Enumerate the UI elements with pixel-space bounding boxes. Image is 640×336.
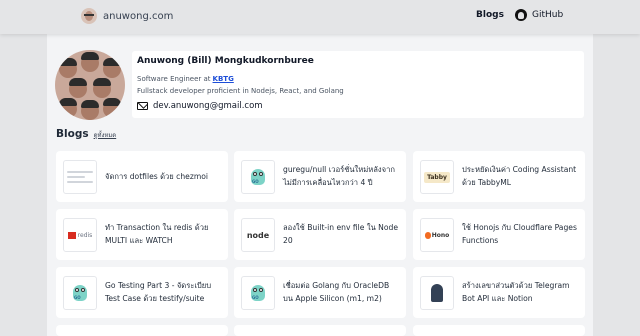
blog-card-title: เชื่อมต่อ Golang กับ OracleDB บน Apple S… bbox=[283, 281, 390, 303]
redis-thumbnail: redis bbox=[63, 218, 97, 252]
blogs-section-header: Blogs ดูทั้งหมด bbox=[56, 128, 116, 140]
blog-card[interactable] bbox=[56, 325, 228, 336]
blog-card[interactable]: GO เชื่อมต่อ Golang กับ OracleDB บน Appl… bbox=[234, 267, 406, 318]
mail-icon bbox=[137, 102, 148, 110]
person-thumbnail bbox=[420, 276, 454, 310]
profile-email-address: dev.anuwong@gmail.com bbox=[153, 101, 263, 111]
redis-cube-icon bbox=[67, 231, 76, 239]
nav-blogs-link[interactable]: Blogs bbox=[476, 10, 504, 20]
nav-github-label: GitHub bbox=[532, 10, 564, 20]
blog-card[interactable]: GO guregu/null เวอร์ชั่นใหม่หลังจากไม่มี… bbox=[234, 151, 406, 202]
gopher-thumbnail: GO bbox=[241, 276, 275, 310]
site-brand-link[interactable]: anuwong.com bbox=[81, 8, 173, 24]
nav-github-link[interactable]: GitHub bbox=[515, 9, 563, 21]
top-navbar: anuwong.com Blogs GitHub bbox=[0, 0, 640, 34]
gopher-thumbnail: GO bbox=[63, 276, 97, 310]
person-image bbox=[431, 284, 443, 302]
blogs-heading: Blogs bbox=[56, 128, 89, 140]
hono-logo-text: Hono bbox=[431, 231, 450, 239]
blog-card-title: ทำ Transaction ใน redis ด้วย MULTI และ W… bbox=[105, 223, 209, 245]
profile-email[interactable]: dev.anuwong@gmail.com bbox=[137, 101, 263, 111]
gopher-label: GO bbox=[252, 295, 259, 300]
blog-card[interactable]: GO Go Testing Part 3 - จัดระเบียบ Test C… bbox=[56, 267, 228, 318]
profile-title-prefix: Software Engineer at bbox=[137, 75, 211, 83]
gopher-label: GO bbox=[252, 179, 259, 184]
blog-card-title: ลองใช้ Built-in env file ใน Node 20 bbox=[283, 223, 398, 245]
profile-name: Anuwong (Bill) Mongkudkornburee bbox=[137, 56, 314, 66]
hono-thumbnail: Hono bbox=[420, 218, 454, 252]
profile-title: Software Engineer at KBTG bbox=[137, 75, 234, 83]
blog-card[interactable]: Hono ใช้ Honojs กับ Cloudflare Pages Fun… bbox=[413, 209, 585, 260]
github-icon bbox=[515, 9, 527, 21]
blog-card-title: สร้างเลขาส่วนตัวด้วย Telegram Bot API แล… bbox=[462, 281, 570, 303]
site-name: anuwong.com bbox=[103, 10, 174, 22]
blog-card[interactable]: Tabby ประหยัดเงินค่า Coding Assistant ด้… bbox=[413, 151, 585, 202]
node-thumbnail: node bbox=[241, 218, 275, 252]
blog-card[interactable]: node ลองใช้ Built-in env file ใน Node 20 bbox=[234, 209, 406, 260]
tabby-logo-text: Tabby bbox=[424, 171, 450, 183]
flame-icon bbox=[424, 231, 431, 239]
gopher-label: GO bbox=[74, 295, 81, 300]
blog-card[interactable]: redis ทำ Transaction ใน redis ด้วย MULTI… bbox=[56, 209, 228, 260]
blog-card-title: จัดการ dotfiles ด้วย chezmoi bbox=[105, 172, 208, 181]
dotfiles-thumbnail bbox=[63, 160, 97, 194]
blog-card-title: ใช้ Honojs กับ Cloudflare Pages Function… bbox=[462, 223, 577, 245]
blog-card[interactable]: จัดการ dotfiles ด้วย chezmoi bbox=[56, 151, 228, 202]
profile-description: Fullstack developer proficient in Nodejs… bbox=[137, 87, 344, 95]
blog-card[interactable] bbox=[234, 325, 406, 336]
blog-card[interactable] bbox=[413, 325, 585, 336]
see-all-link[interactable]: ดูทั้งหมด bbox=[94, 130, 117, 140]
node-logo-text: node bbox=[246, 230, 270, 240]
blog-card-title: ประหยัดเงินค่า Coding Assistant ด้วย Tab… bbox=[462, 165, 577, 187]
blog-card-title: guregu/null เวอร์ชั่นใหม่หลังจากไม่มีการ… bbox=[283, 165, 395, 187]
redis-logo-text: redis bbox=[77, 231, 93, 239]
blog-card-title: Go Testing Part 3 - จัดระเบียบ Test Case… bbox=[105, 281, 212, 303]
blog-card[interactable]: สร้างเลขาส่วนตัวด้วย Telegram Bot API แล… bbox=[413, 267, 585, 318]
tabby-thumbnail: Tabby bbox=[420, 160, 454, 194]
company-link[interactable]: KBTG bbox=[213, 75, 234, 83]
site-avatar bbox=[81, 8, 97, 24]
gopher-thumbnail: GO bbox=[241, 160, 275, 194]
profile-card: Anuwong (Bill) Mongkudkornburee Software… bbox=[132, 51, 584, 118]
profile-photo bbox=[55, 50, 125, 120]
